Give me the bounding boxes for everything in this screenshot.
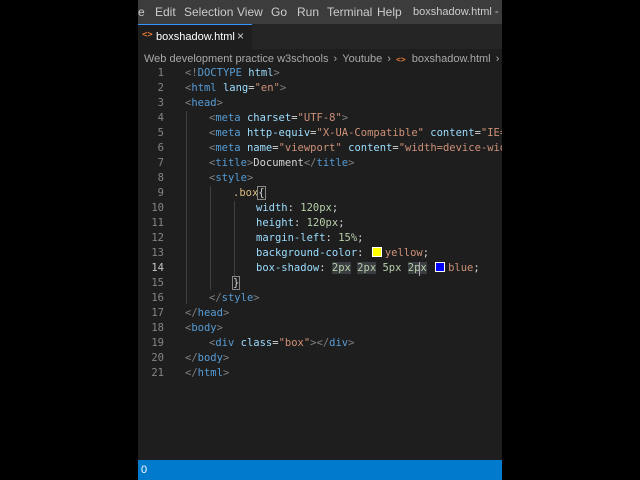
line-number: 10 xyxy=(151,202,164,214)
code-editor[interactable]: 1 2 3 4 5 6 7 8 9 10 11 12 13 14 15 16 1… xyxy=(138,66,502,456)
code-line: <style> xyxy=(209,172,254,184)
code-line: <html lang="en"> xyxy=(185,82,287,94)
value-token: 2px xyxy=(331,262,351,274)
value-token: 120px xyxy=(306,217,339,229)
line-number: 9 xyxy=(157,187,164,199)
line-number: 6 xyxy=(157,142,164,154)
window-title: boxshadow.html - Un xyxy=(413,6,502,18)
chevron-right-icon: › xyxy=(495,53,500,65)
color-swatch-icon[interactable] xyxy=(435,262,446,272)
line-number: 19 xyxy=(151,337,164,349)
status-text[interactable]: 0 xyxy=(141,464,147,476)
code-line: width: 120px; xyxy=(256,202,339,214)
line-number: 18 xyxy=(151,322,164,334)
menu-run[interactable]: Run xyxy=(297,5,319,19)
code-line-active: box-shadow: 2px 2px 5px 2px blue; xyxy=(256,262,480,274)
tab-boxshadow-html[interactable]: <> boxshadow.html × xyxy=(138,24,252,49)
code-line: <div class="box"></div> xyxy=(209,337,355,349)
line-number: 20 xyxy=(151,352,164,364)
code-line: <!DOCTYPE html> xyxy=(185,67,280,79)
status-bar: 0 xyxy=(138,460,502,480)
code-line: margin-left: 15%; xyxy=(256,232,364,244)
line-number: 17 xyxy=(151,307,164,319)
tab-bar: <> boxshadow.html × xyxy=(138,24,502,49)
tab-label: boxshadow.html xyxy=(156,31,235,43)
chevron-right-icon: › xyxy=(333,53,338,65)
code-line: <body> xyxy=(185,322,223,334)
editor-window: e Edit Selection View Go Run Terminal He… xyxy=(138,0,502,480)
menu-selection[interactable]: Selection xyxy=(184,5,233,19)
line-number: 3 xyxy=(157,97,164,109)
line-number: 13 xyxy=(151,247,164,259)
breadcrumb-file[interactable]: boxshadow.html xyxy=(412,53,491,65)
code-line: </body> xyxy=(185,352,230,364)
line-number: 2 xyxy=(157,82,164,94)
indent-guide xyxy=(186,111,187,304)
line-number: 5 xyxy=(157,127,164,139)
menu-go[interactable]: Go xyxy=(271,5,287,19)
code-line: </head> xyxy=(185,307,230,319)
menu-terminal[interactable]: Terminal xyxy=(327,5,372,19)
value-token: 2px xyxy=(357,262,377,274)
breadcrumb: Web development practice w3schools › You… xyxy=(144,52,502,66)
code-line: <meta http-equiv="X-UA-Compatible" conte… xyxy=(209,127,502,139)
line-number: 4 xyxy=(157,112,164,124)
code-line: </style> xyxy=(209,292,260,304)
code-line: background-color: yellow; xyxy=(256,247,430,259)
value-token: 2px xyxy=(407,262,427,274)
line-number: 16 xyxy=(151,292,164,304)
menu-help[interactable]: Help xyxy=(377,5,402,19)
html-file-icon: <> xyxy=(396,55,406,64)
color-swatch-icon[interactable] xyxy=(371,247,382,257)
code-line: height: 120px; xyxy=(256,217,345,229)
indent-guide xyxy=(234,201,235,276)
line-number: 21 xyxy=(151,367,164,379)
line-number: 11 xyxy=(151,217,164,229)
code-line: <title>Document</title> xyxy=(209,157,355,169)
line-number: 7 xyxy=(157,157,164,169)
menu-file[interactable]: e xyxy=(138,5,145,19)
line-number: 12 xyxy=(151,232,164,244)
menu-bar: e Edit Selection View Go Run Terminal He… xyxy=(138,0,502,24)
text-cursor xyxy=(419,262,420,276)
code-line: } xyxy=(231,276,241,290)
code-line: <meta name="viewport" content="width=dev… xyxy=(209,142,502,154)
indent-guide xyxy=(210,186,211,290)
line-number: 15 xyxy=(151,277,164,289)
code-line: <meta charset="UTF-8"> xyxy=(209,112,349,124)
line-number-active: 14 xyxy=(151,262,164,274)
line-number: 8 xyxy=(157,172,164,184)
html-file-icon: <> xyxy=(142,30,153,40)
line-number: 1 xyxy=(157,67,164,79)
chevron-right-icon: › xyxy=(387,53,391,65)
value-token: 5px xyxy=(382,262,402,274)
code-line: <head> xyxy=(185,97,223,109)
value-token: 15% xyxy=(338,232,358,244)
code-line: </html> xyxy=(185,367,230,379)
menu-edit[interactable]: Edit xyxy=(155,5,176,19)
close-icon[interactable]: × xyxy=(237,29,244,43)
breadcrumb-subfolder[interactable]: Youtube xyxy=(342,53,382,65)
value-token: 120px xyxy=(300,202,332,214)
breadcrumb-folder[interactable]: Web development practice w3schools xyxy=(144,53,328,65)
menu-view[interactable]: View xyxy=(237,5,263,19)
code-line: .box{ xyxy=(233,186,266,200)
